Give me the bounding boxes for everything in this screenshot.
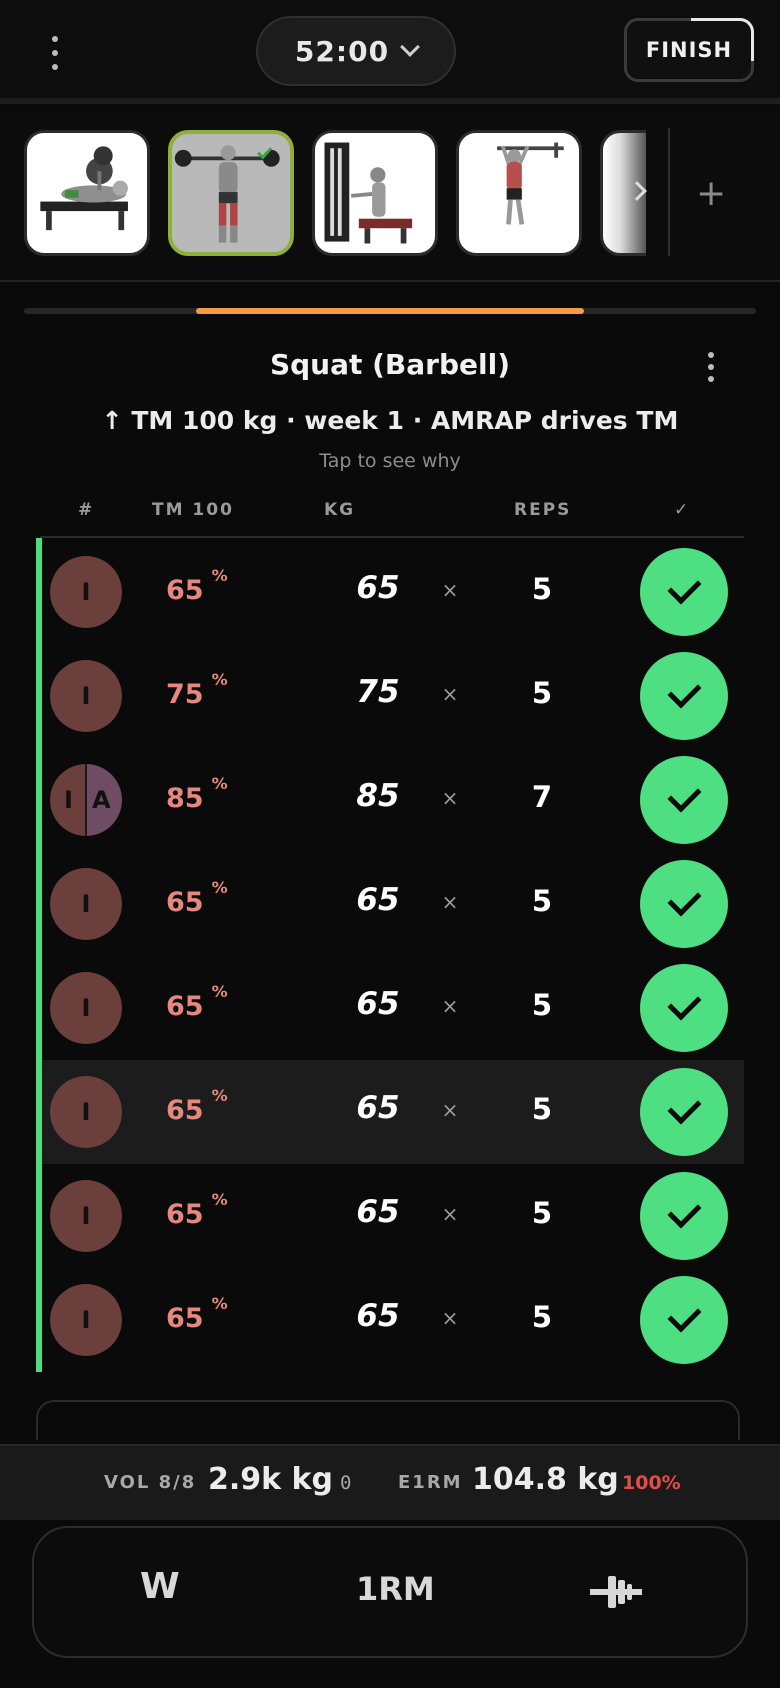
strip-divider [668, 128, 670, 256]
set-weight[interactable]: 85 [318, 778, 438, 814]
times-symbol: × [441, 1098, 459, 1122]
plate-calculator-icon[interactable] [590, 1572, 642, 1612]
set-reps[interactable]: 5 [502, 1300, 582, 1334]
set-type-badge[interactable]: I [50, 660, 122, 732]
set-percentage[interactable]: 75% [166, 670, 228, 710]
set-type-badge[interactable]: I [50, 1180, 122, 1252]
times-symbol: × [441, 1306, 459, 1330]
set-row: I 65% 65 × 5 [42, 956, 744, 1060]
times-symbol: × [441, 786, 459, 810]
set-weight[interactable]: 65 [318, 1298, 438, 1334]
more-options-icon[interactable] [44, 36, 66, 70]
set-row: I 65% 65 × 5 [42, 852, 744, 956]
set-row: I 65% 65 × 5 [42, 1164, 744, 1268]
set-type-badge[interactable]: I [50, 972, 122, 1044]
set-type-badge[interactable]: I [50, 1284, 122, 1356]
stats-bar: VOL 8/8 2.9k kg 0 E1RM 104.8 kg 100% [0, 1444, 780, 1520]
set-reps[interactable]: 5 [502, 1092, 582, 1126]
volume-value: 2.9k kg [208, 1462, 333, 1497]
set-reps[interactable]: 7 [502, 780, 582, 814]
set-percentage[interactable]: 65% [166, 1294, 228, 1334]
set-complete-check-icon[interactable] [640, 756, 728, 844]
set-type-badge[interactable]: I [50, 1076, 122, 1148]
set-complete-check-icon[interactable] [640, 1172, 728, 1260]
add-exercise-icon[interactable]: + [696, 176, 726, 212]
set-row: I 65% 65 × 5 [42, 1268, 744, 1372]
set-complete-check-icon[interactable] [640, 548, 728, 636]
set-weight[interactable]: 65 [318, 986, 438, 1022]
set-complete-check-icon[interactable] [640, 1068, 728, 1156]
set-row: I 65% 65 × 5 [42, 540, 744, 644]
e1rm-value: 104.8 kg [472, 1462, 619, 1497]
set-weight[interactable]: 65 [318, 570, 438, 606]
set-percentage[interactable]: 65% [166, 982, 228, 1022]
header-reps: REPS [514, 500, 572, 520]
set-weight[interactable]: 65 [318, 1194, 438, 1230]
set-weight[interactable]: 65 [318, 882, 438, 918]
set-row: I 75% 75 × 5 [42, 644, 744, 748]
header-done: ✓ [674, 500, 691, 520]
bottom-toolbar: W 1RM [32, 1526, 748, 1658]
header-kg: KG [324, 500, 356, 520]
set-complete-check-icon[interactable] [640, 860, 728, 948]
header-tm: TM 100 [152, 500, 234, 520]
set-weight[interactable]: 75 [318, 674, 438, 710]
e1rm-percent: 100% [622, 1472, 681, 1494]
next-card-edge[interactable] [36, 1400, 740, 1440]
times-symbol: × [441, 994, 459, 1018]
finish-button[interactable]: FINISH [624, 18, 754, 82]
one-rep-max-button[interactable]: 1RM [356, 1570, 435, 1608]
set-row: I A 85% 85 × 7 [42, 748, 744, 852]
set-percentage[interactable]: 65% [166, 1086, 228, 1126]
exercise-strip: + [0, 110, 780, 282]
set-weight[interactable]: 65 [318, 1090, 438, 1126]
set-type-badge[interactable]: I [50, 556, 122, 628]
times-symbol: × [441, 578, 459, 602]
set-complete-check-icon[interactable] [640, 1276, 728, 1364]
exercise-thumb-bench-press[interactable] [24, 130, 150, 256]
exercise-progress-fill [196, 308, 584, 314]
set-reps[interactable]: 5 [502, 572, 582, 606]
exercise-options-icon[interactable] [706, 352, 716, 382]
tap-hint: Tap to see why [319, 450, 461, 472]
header-number: # [78, 500, 95, 520]
warmup-button[interactable]: W [140, 1566, 180, 1607]
chevron-down-icon [400, 37, 420, 57]
sets-table-header: # TM 100 KG REPS ✓ [40, 496, 744, 538]
set-percentage[interactable]: 65% [166, 566, 228, 606]
set-row-highlighted: I 65% 65 × 5 [42, 1060, 744, 1164]
set-reps[interactable]: 5 [502, 1196, 582, 1230]
timer-text: 52:00 [294, 34, 390, 68]
set-type-badge[interactable]: I A [50, 764, 122, 836]
exercise-title[interactable]: Squat (Barbell) [0, 348, 780, 381]
workout-timer-button[interactable]: 52:00 [256, 16, 456, 86]
exercise-thumb-seated-row[interactable] [312, 130, 438, 256]
set-percentage[interactable]: 65% [166, 878, 228, 918]
exercise-thumb-pull-up[interactable] [456, 130, 582, 256]
volume-extra: 0 [340, 1472, 352, 1494]
times-symbol: × [441, 1202, 459, 1226]
times-symbol: × [441, 682, 459, 706]
set-type-badge[interactable]: I [50, 868, 122, 940]
times-symbol: × [441, 890, 459, 914]
set-reps[interactable]: 5 [502, 676, 582, 710]
exercise-thumb-squat[interactable] [168, 130, 294, 256]
set-complete-check-icon[interactable] [640, 964, 728, 1052]
set-reps[interactable]: 5 [502, 988, 582, 1022]
volume-label: VOL 8/8 [104, 1472, 197, 1493]
set-reps[interactable]: 5 [502, 884, 582, 918]
set-percentage[interactable]: 65% [166, 1190, 228, 1230]
set-complete-check-icon[interactable] [640, 652, 728, 740]
e1rm-label: E1RM [398, 1472, 463, 1493]
training-max-info[interactable]: ↑ TM 100 kg · week 1 · AMRAP drives TM [0, 406, 780, 435]
top-bar: 52:00 FINISH [0, 0, 780, 104]
set-percentage[interactable]: 85% [166, 774, 228, 814]
